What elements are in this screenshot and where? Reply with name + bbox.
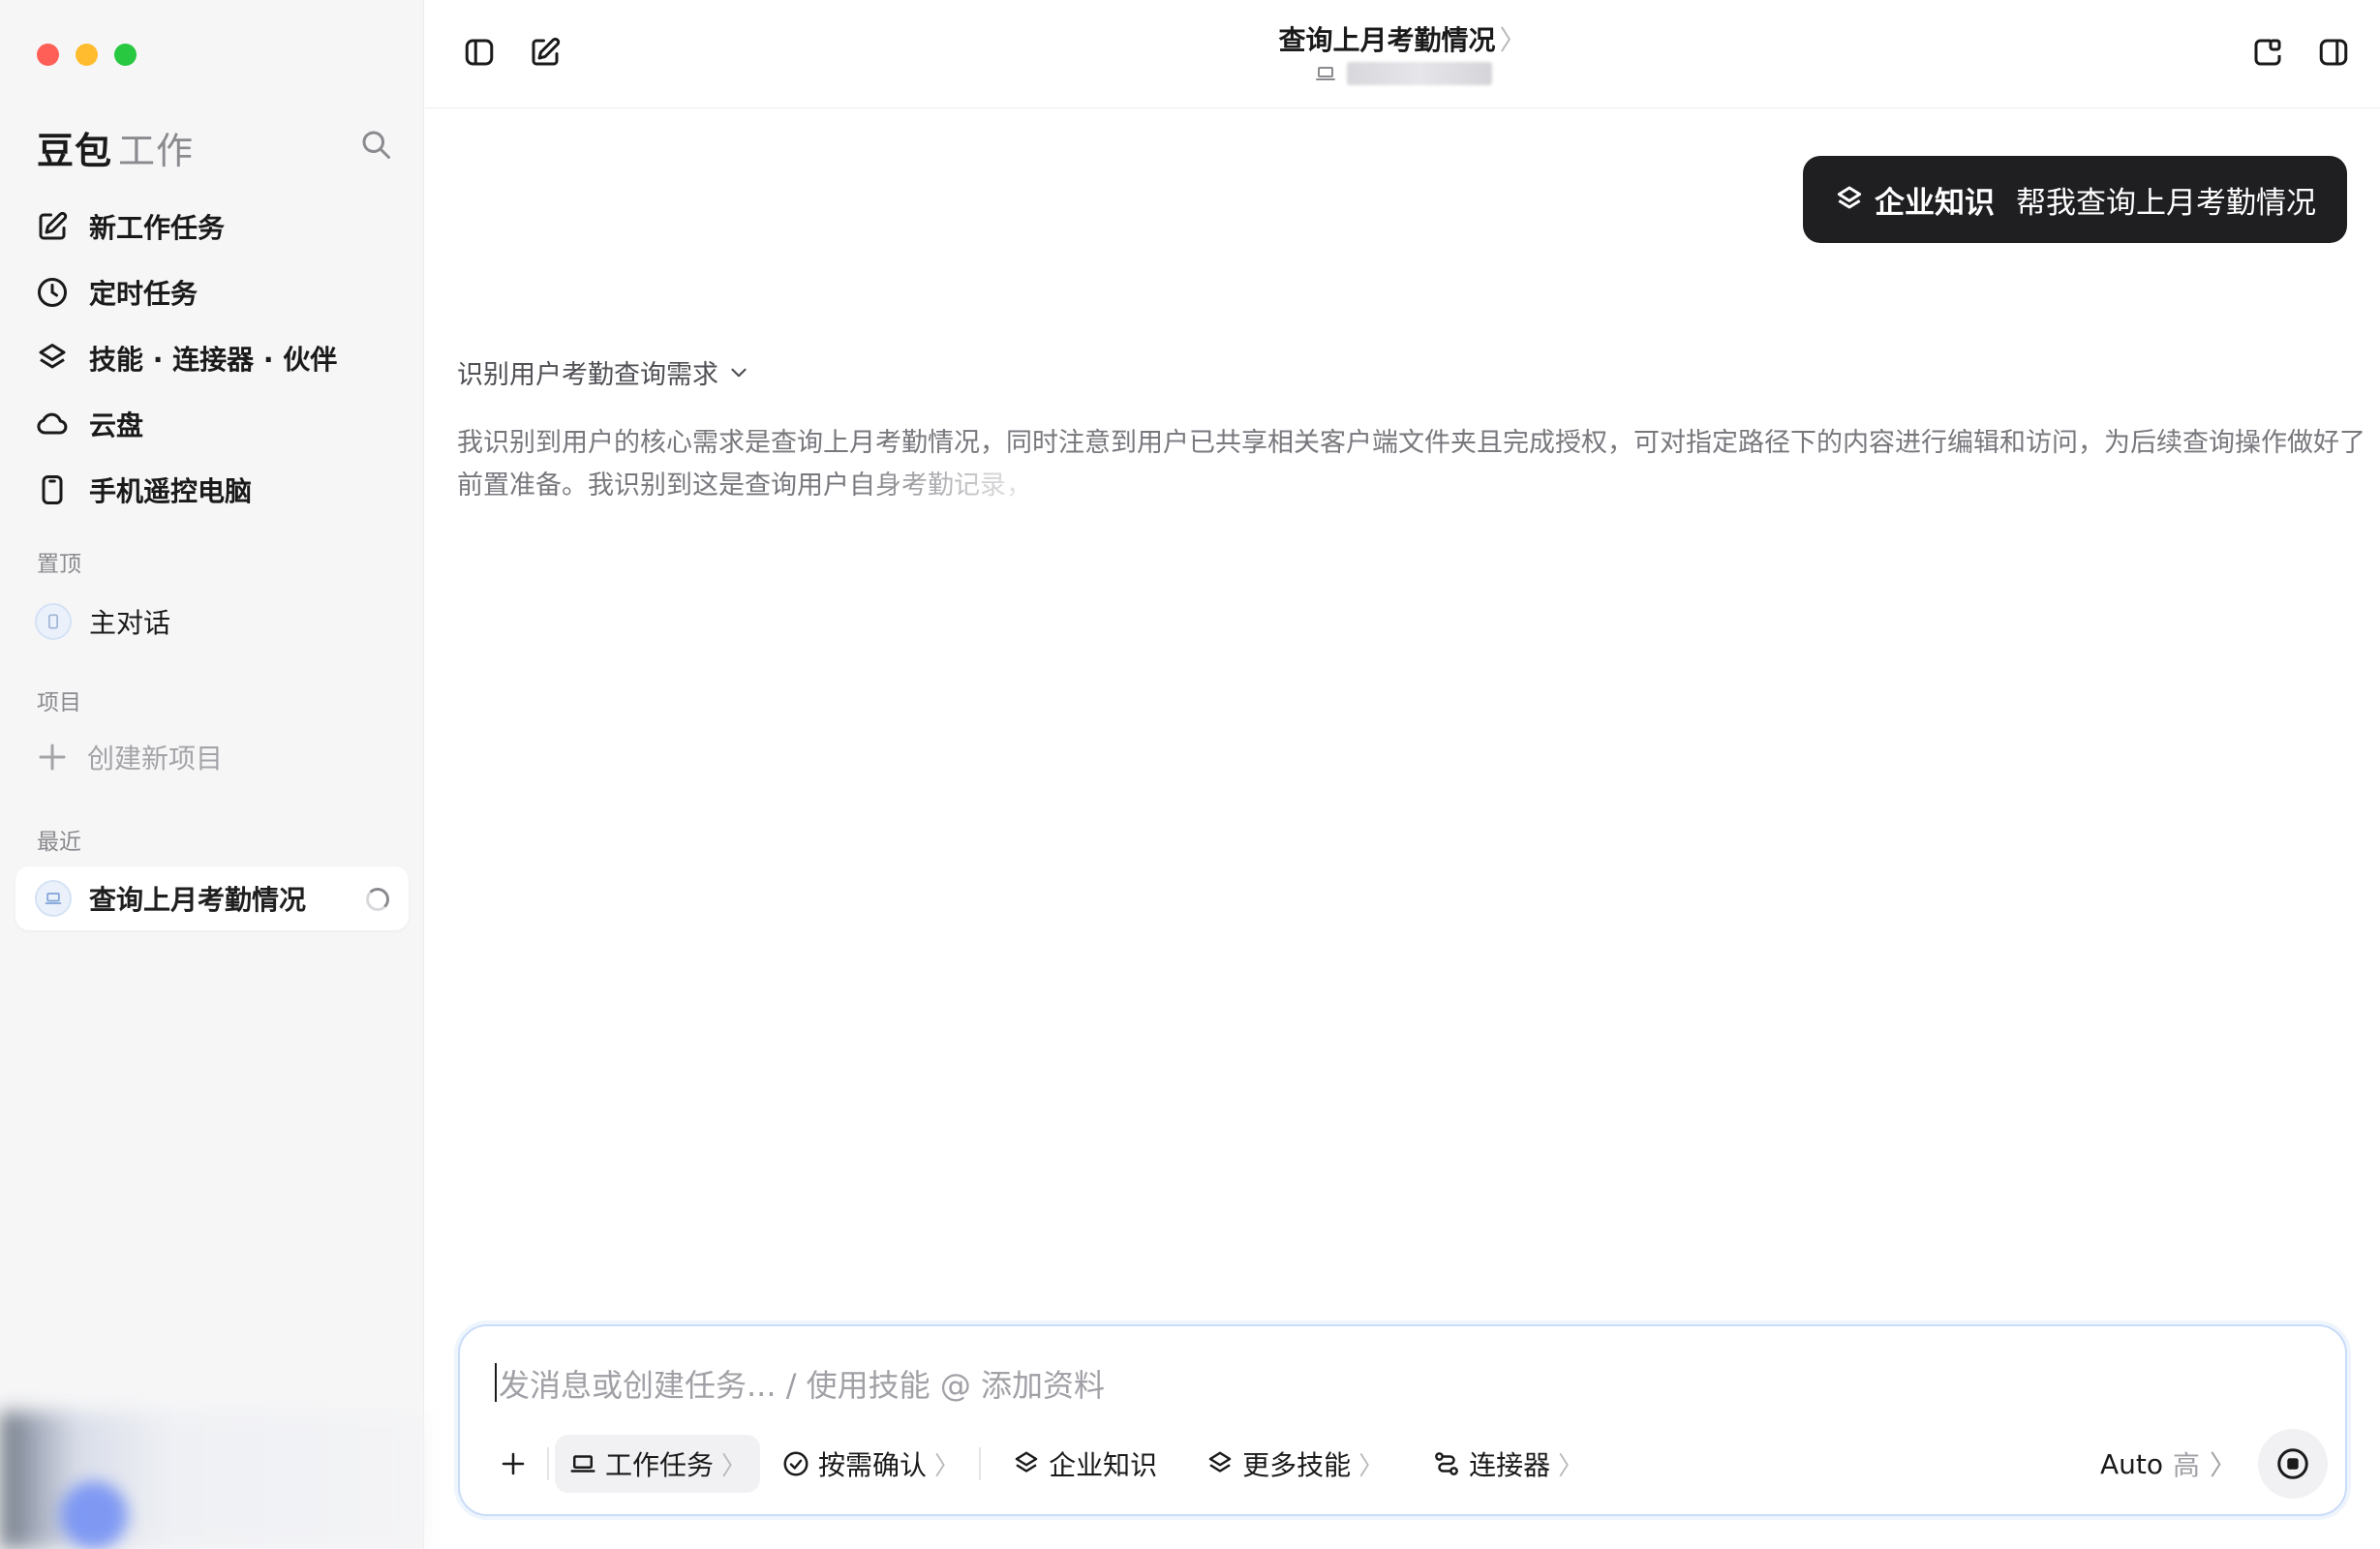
stop-generation-button[interactable] — [2258, 1429, 2328, 1499]
brand-subtitle: 工作 — [118, 130, 195, 172]
laptop-icon — [570, 1455, 595, 1473]
thinking-toggle[interactable]: 识别用户考勤查询需求 — [457, 353, 751, 391]
sidebar-item-label: 定时任务 — [89, 278, 198, 310]
window-controls — [37, 44, 137, 66]
sidebar-item-cloud-drive[interactable]: 云盘 — [35, 391, 403, 457]
avatar — [35, 603, 72, 640]
sidebar-item-label: 云盘 — [89, 410, 144, 441]
layers-icon — [39, 344, 66, 369]
brand-name: 豆包 — [37, 130, 113, 172]
recent-item-attendance[interactable]: 查询上月考勤情况 — [15, 866, 409, 930]
thinking-text: 我识别到用户的核心需求是查询上月考勤情况，同时注意到用户已共享相关客户端文件夹且… — [457, 428, 2365, 501]
pinned-section-label: 置顶 — [37, 552, 81, 577]
model-level-label: 高 — [2172, 1449, 2200, 1481]
layers-icon — [1015, 1451, 1038, 1473]
thinking-title: 识别用户考勤查询需求 — [457, 360, 718, 390]
thinking-content: 我识别到用户的核心需求是查询上月考勤情况，同时注意到用户已共享相关客户端文件夹且… — [457, 422, 2374, 507]
phone-icon — [48, 614, 58, 629]
avatar — [35, 880, 72, 917]
search-icon[interactable] — [358, 127, 393, 162]
recent-item-label: 查询上月考勤情况 — [89, 884, 307, 916]
conversation-title-text: 查询上月考勤情况 — [1278, 24, 1496, 56]
message-composer[interactable]: 发消息或创建任务... / 使用技能 @ 添加资料 工作任务 〉 按需确认 〉 … — [458, 1324, 2347, 1516]
conversation-title[interactable]: 查询上月考勤情况〉 — [425, 19, 2380, 58]
work-task-mode-button[interactable]: 工作任务 〉 — [555, 1435, 761, 1493]
sidebar-item-label: 新工作任务 — [89, 212, 226, 244]
chevron-down-icon — [731, 368, 747, 377]
pinned-item-main-chat[interactable]: 主对话 — [35, 602, 170, 641]
check-circle-icon — [783, 1451, 809, 1476]
zoom-window-button[interactable] — [114, 44, 137, 66]
divider — [979, 1447, 982, 1480]
laptop-icon — [1315, 67, 1335, 80]
user-message-tag: 企业知识 — [1875, 185, 1995, 221]
chevron-right-icon: 〉 — [1558, 1451, 1584, 1481]
create-project-button[interactable]: 创建新项目 — [35, 738, 223, 776]
layers-icon — [1208, 1451, 1232, 1473]
more-skills-label: 更多技能 — [1242, 1449, 1352, 1481]
confirm-mode-button[interactable]: 按需确认 〉 — [768, 1435, 973, 1493]
app-brand: 豆包 工作 — [37, 121, 194, 174]
layers-icon — [1837, 186, 1862, 209]
top-bar: 查询上月考勤情况〉 — [425, 0, 2380, 108]
confirm-mode-label: 按需确认 — [818, 1449, 928, 1481]
user-message-bubble: 企业知识 帮我查询上月考勤情况 — [1803, 156, 2347, 243]
message-input[interactable]: 发消息或创建任务... / 使用技能 @ 添加资料 — [499, 1361, 1105, 1406]
plus-icon — [39, 744, 66, 771]
minimize-window-button[interactable] — [76, 44, 98, 66]
cloud-icon — [37, 412, 68, 435]
recent-section-label: 最近 — [37, 830, 81, 855]
attach-button[interactable] — [485, 1435, 541, 1493]
enterprise-knowledge-label: 企业知识 — [1049, 1449, 1158, 1481]
chevron-right-icon: 〉 — [1358, 1451, 1385, 1481]
connectors-label: 连接器 — [1469, 1449, 1551, 1481]
sidebar-item-phone-remote[interactable]: 手机遥控电脑 — [35, 457, 403, 523]
divider — [547, 1447, 549, 1480]
more-skills-button[interactable]: 更多技能 〉 — [1192, 1435, 1397, 1493]
connectors-button[interactable]: 连接器 〉 — [1419, 1435, 1597, 1493]
chevron-right-icon: 〉 — [721, 1451, 748, 1481]
close-window-button[interactable] — [37, 44, 59, 66]
sidebar-item-label: 手机遥控电脑 — [89, 475, 253, 507]
sidebar-nav: 新工作任务 定时任务 技能 · 连接器 · 伙伴 云盘 手机遥控电脑 — [35, 194, 403, 523]
laptop-icon — [45, 893, 62, 904]
connector-icon — [1435, 1452, 1458, 1475]
sidebar-item-label: 技能 · 连接器 · 伙伴 — [89, 344, 338, 376]
text-cursor — [495, 1363, 497, 1402]
share-panel-icon[interactable] — [2250, 35, 2285, 70]
main-panel: 查询上月考勤情况〉 企业知识 帮我查询上月考勤情况 识别用户考勤查询需求 我识别… — [425, 0, 2380, 1549]
user-message-text: 帮我查询上月考勤情况 — [2016, 185, 2316, 221]
sidebar: 豆包 工作 新工作任务 定时任务 技能 · 连接器 · 伙伴 云盘 手机遥控电脑 … — [0, 0, 424, 1549]
chevron-right-icon: 〉 — [934, 1451, 961, 1481]
clock-icon — [38, 278, 67, 307]
pinned-item-label: 主对话 — [89, 607, 171, 639]
phone-icon — [42, 475, 63, 504]
right-panel-toggle-icon[interactable] — [2316, 35, 2351, 70]
device-info — [425, 62, 2380, 85]
model-mode-label: Auto — [2099, 1447, 2163, 1480]
composer-toolbar: 工作任务 〉 按需确认 〉 企业知识 更多技能 〉 连接器 〉 Auto 高 〉 — [485, 1429, 2328, 1499]
chevron-right-icon: 〉 — [1499, 24, 1527, 56]
sidebar-item-skills[interactable]: 技能 · 连接器 · 伙伴 — [35, 325, 403, 391]
thinking-text-streaming: 自身考勤记录， — [849, 471, 1032, 501]
projects-section-label: 项目 — [37, 690, 81, 715]
enterprise-knowledge-button[interactable]: 企业知识 — [998, 1435, 1171, 1493]
avatar — [60, 1481, 128, 1549]
stop-icon — [2277, 1448, 2308, 1479]
model-mode-selector[interactable]: Auto 高 〉 — [2100, 1444, 2237, 1483]
chevron-right-icon: 〉 — [2209, 1449, 2237, 1481]
plus-icon — [502, 1452, 525, 1475]
sidebar-item-scheduled-tasks[interactable]: 定时任务 — [35, 259, 403, 325]
device-name-redacted — [1346, 62, 1492, 85]
sidebar-item-new-task[interactable]: 新工作任务 — [35, 194, 403, 259]
loading-spinner-icon — [366, 888, 389, 911]
work-task-label: 工作任务 — [605, 1449, 715, 1481]
create-project-label: 创建新项目 — [87, 743, 224, 774]
edit-icon — [39, 211, 68, 240]
